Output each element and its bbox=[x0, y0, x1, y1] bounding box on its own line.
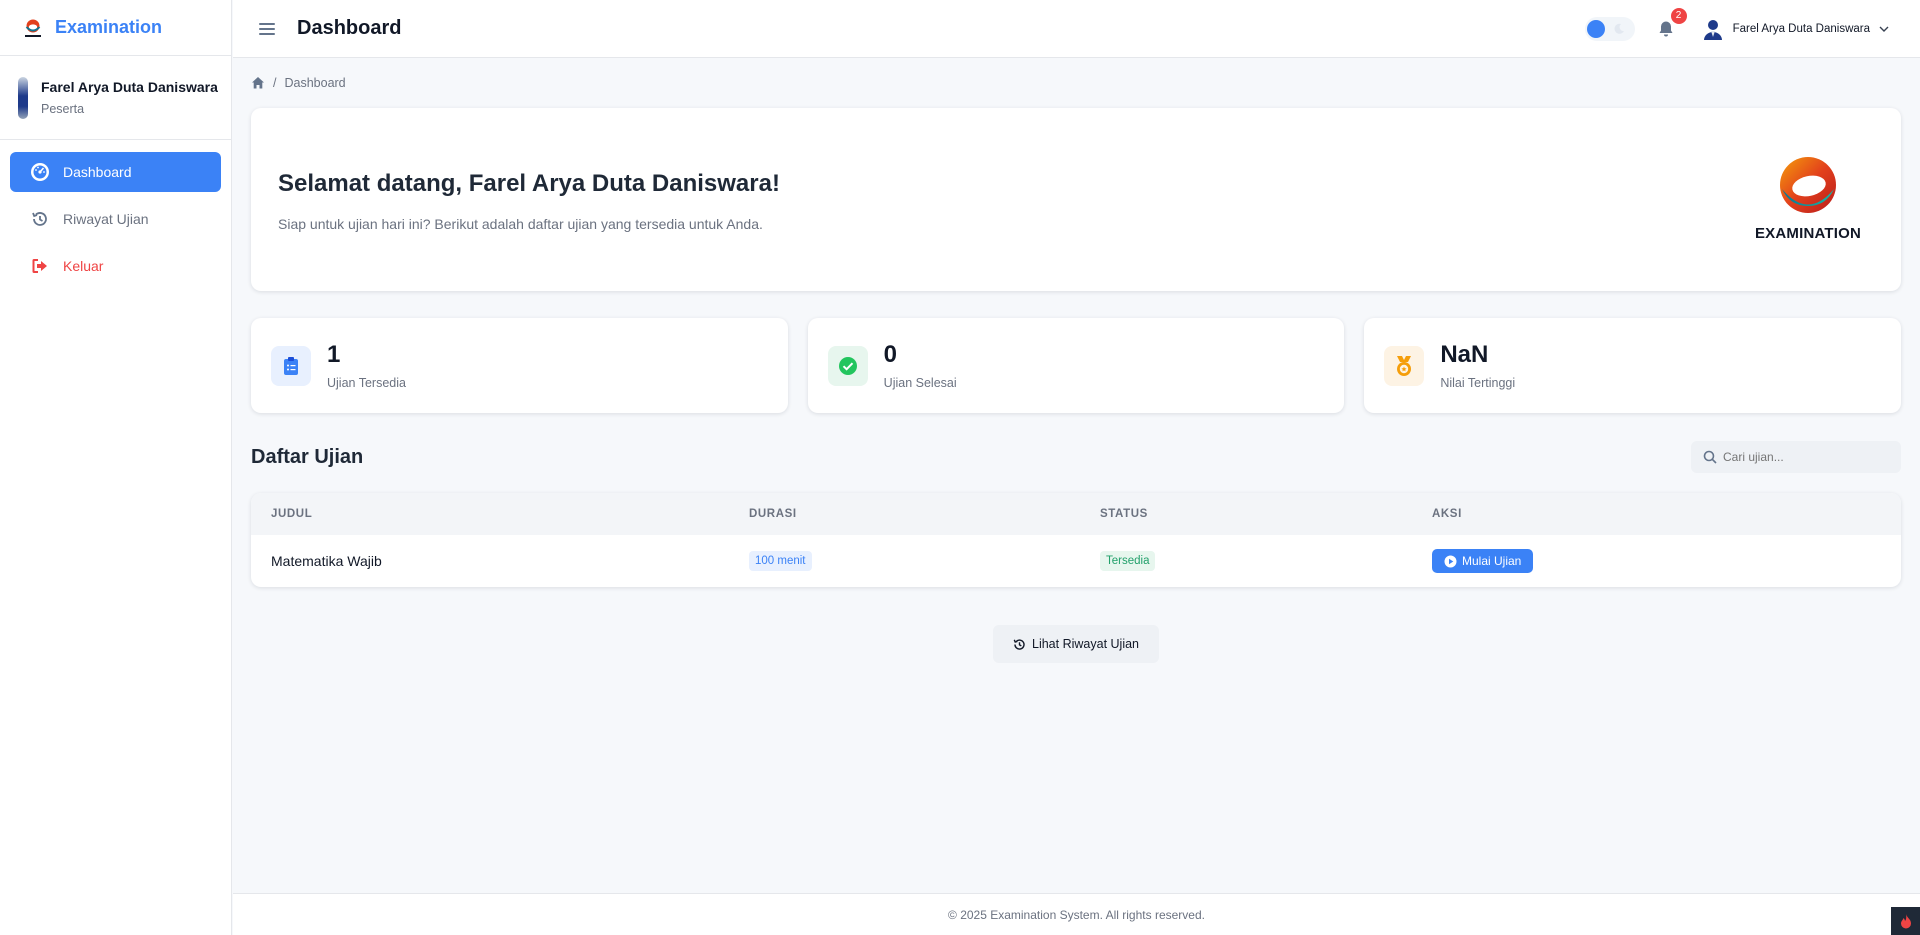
stat-value: NaN bbox=[1440, 341, 1489, 368]
exam-title: Matematika Wajib bbox=[271, 553, 382, 569]
main-content: / Dashboard Selamat datang, Farel Arya D… bbox=[251, 58, 1902, 663]
page-title: Dashboard bbox=[297, 17, 402, 39]
sidebar-item-riwayat-ujian[interactable]: Riwayat Ujian bbox=[10, 199, 221, 239]
exam-list-header: Daftar Ujian bbox=[251, 441, 1901, 473]
home-icon[interactable] bbox=[251, 76, 265, 90]
table-header: JUDUL DURASI STATUS AKSI bbox=[251, 493, 1901, 535]
sidebar-nav: Dashboard Riwayat Ujian Keluar bbox=[0, 140, 231, 305]
stats-row: 1 Ujian Tersedia 0 Ujian Selesai NaN Nil… bbox=[251, 318, 1902, 413]
column-header-judul: JUDUL bbox=[271, 508, 313, 520]
view-history-label: Lihat Riwayat Ujian bbox=[1032, 637, 1139, 651]
breadcrumb-separator: / bbox=[273, 76, 277, 90]
stat-value: 1 bbox=[327, 341, 341, 368]
exam-list-title: Daftar Ujian bbox=[251, 445, 364, 468]
duration-badge: 100 menit bbox=[749, 551, 812, 571]
search-input[interactable] bbox=[1723, 450, 1893, 464]
notification-badge: 2 bbox=[1670, 7, 1687, 24]
status-badge: Tersedia bbox=[1100, 551, 1156, 571]
history-icon bbox=[30, 209, 50, 229]
user-profile: Farel Arya Duta Daniswara Peserta bbox=[0, 56, 231, 140]
user-avatar-icon bbox=[1703, 19, 1722, 40]
stat-label: Ujian Selesai bbox=[883, 376, 957, 390]
notifications-button[interactable]: 2 bbox=[1655, 7, 1687, 40]
sidebar-item-label: Dashboard bbox=[63, 164, 132, 180]
footer: © 2025 Examination System. All rights re… bbox=[233, 893, 1920, 935]
logout-icon bbox=[30, 256, 50, 276]
history-icon bbox=[1013, 638, 1025, 650]
play-circle-icon bbox=[1444, 555, 1457, 567]
welcome-card: Selamat datang, Farel Arya Duta Daniswar… bbox=[251, 108, 1901, 291]
user-menu[interactable]: Farel Arya Duta Daniswara bbox=[1701, 17, 1890, 41]
user-name: Farel Arya Duta Daniswara bbox=[41, 79, 218, 95]
flame-icon bbox=[1900, 914, 1911, 929]
welcome-title: Selamat datang, Farel Arya Duta Daniswar… bbox=[278, 170, 780, 197]
exam-table: JUDUL DURASI STATUS AKSI Matematika Waji… bbox=[251, 493, 1901, 587]
history-button-wrap: Lihat Riwayat Ujian bbox=[251, 625, 1901, 663]
examination-logo-icon bbox=[1780, 157, 1836, 213]
stat-label: Nilai Tertinggi bbox=[1440, 376, 1516, 390]
moon-icon bbox=[1614, 23, 1624, 34]
sidebar-item-label: Riwayat Ujian bbox=[63, 211, 149, 227]
start-exam-button[interactable]: Mulai Ujian bbox=[1432, 549, 1534, 573]
logo-text: EXAMINATION bbox=[1754, 225, 1862, 242]
brand[interactable]: Examination bbox=[0, 0, 231, 56]
check-circle-icon bbox=[827, 345, 868, 386]
app-name: Examination bbox=[55, 17, 163, 37]
debug-toolbar-button[interactable] bbox=[1891, 907, 1920, 935]
welcome-subtitle: Siap untuk ujian hari ini? Berikut adala… bbox=[278, 216, 763, 232]
user-role: Peserta bbox=[41, 102, 85, 116]
stat-card-nilai-tertinggi: NaN Nilai Tertinggi bbox=[1364, 318, 1902, 413]
clipboard-list-icon bbox=[271, 345, 311, 386]
theme-toggle[interactable] bbox=[1584, 16, 1635, 41]
theme-toggle-knob bbox=[1586, 19, 1605, 38]
column-header-durasi: DURASI bbox=[749, 508, 797, 520]
sidebar: Examination Farel Arya Duta Daniswara Pe… bbox=[0, 0, 232, 935]
breadcrumb-current: Dashboard bbox=[284, 76, 346, 90]
column-header-aksi: AKSI bbox=[1432, 508, 1462, 520]
gauge-icon bbox=[30, 162, 50, 182]
footer-copyright: © 2025 Examination System. All rights re… bbox=[948, 907, 1205, 922]
hamburger-menu-icon[interactable] bbox=[257, 19, 277, 39]
stat-label: Ujian Tersedia bbox=[327, 376, 406, 390]
stat-value: 0 bbox=[883, 341, 898, 368]
search-icon bbox=[1703, 450, 1717, 464]
view-history-button[interactable]: Lihat Riwayat Ujian bbox=[993, 625, 1159, 663]
avatar bbox=[18, 76, 28, 119]
medal-icon bbox=[1384, 345, 1425, 386]
stat-card-ujian-selesai: 0 Ujian Selesai bbox=[807, 318, 1345, 413]
table-row: Matematika Wajib 100 menit Tersedia Mula… bbox=[251, 535, 1901, 587]
start-exam-label: Mulai Ujian bbox=[1462, 554, 1522, 568]
stat-card-ujian-tersedia: 1 Ujian Tersedia bbox=[251, 318, 788, 413]
examination-logo-icon bbox=[22, 17, 44, 39]
bell-icon bbox=[1659, 21, 1673, 36]
user-menu-name: Farel Arya Duta Daniswara bbox=[1732, 22, 1870, 35]
column-header-status: STATUS bbox=[1100, 508, 1148, 520]
chevron-down-icon bbox=[1879, 26, 1889, 32]
examination-logo: EXAMINATION bbox=[1753, 156, 1863, 242]
sidebar-item-label: Keluar bbox=[63, 258, 104, 274]
top-header: Dashboard 2 Farel Arya Duta Daniswara bbox=[233, 0, 1920, 58]
sidebar-item-keluar[interactable]: Keluar bbox=[10, 246, 221, 286]
breadcrumb: / Dashboard bbox=[251, 76, 1901, 90]
search-box[interactable] bbox=[1691, 441, 1901, 473]
sidebar-item-dashboard[interactable]: Dashboard bbox=[10, 152, 221, 192]
